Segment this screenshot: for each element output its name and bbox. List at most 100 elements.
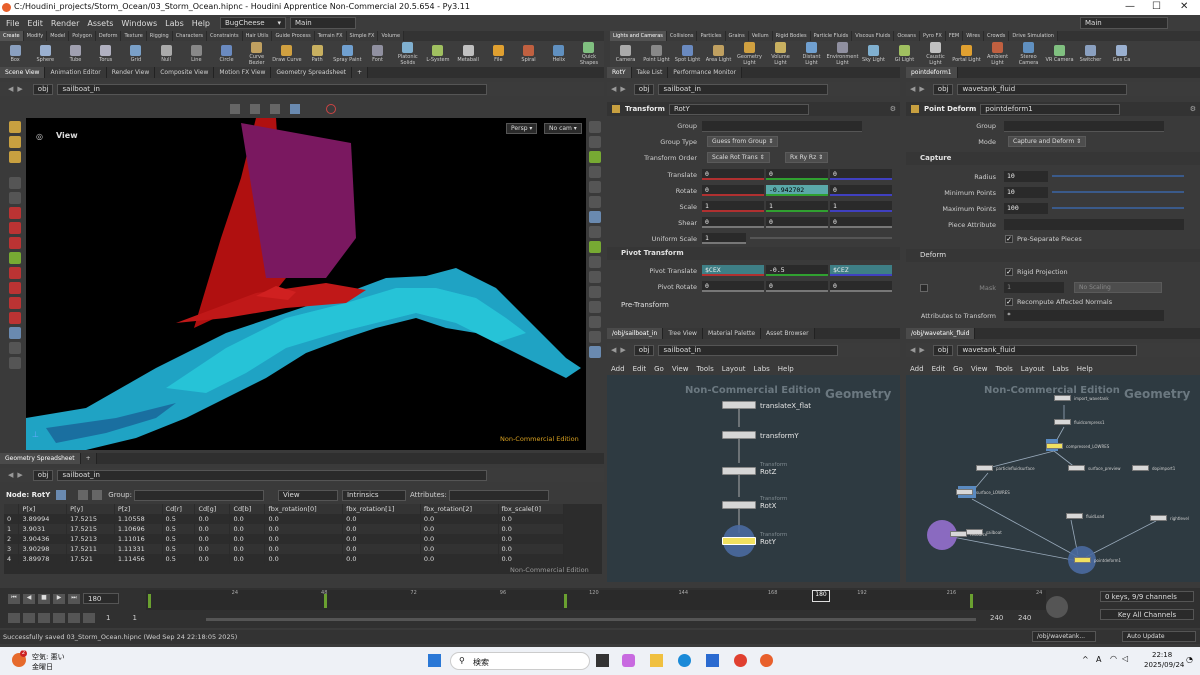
viewer-node-path[interactable]: sailboat_in <box>57 83 488 95</box>
tab-add[interactable]: + <box>80 453 97 464</box>
translate-z[interactable]: 0 <box>830 169 892 180</box>
shelf-tab-lights-and-cameras[interactable]: Lights and Cameras <box>610 31 667 41</box>
net1-forward-icon[interactable]: ▶ <box>620 346 625 354</box>
table-row[interactable]: 4 3.89978 17.521 1.11456 0.5 0.0 0.0 0.0 0.0 0.0 0… <box>4 554 565 564</box>
store-icon[interactable] <box>706 654 719 667</box>
step-back-icon[interactable]: ◀ <box>23 593 35 604</box>
scale-z[interactable]: 1 <box>830 201 892 212</box>
audio-icon[interactable] <box>23 613 35 623</box>
shelf-tab-grains[interactable]: Grains <box>725 31 749 41</box>
parms-back-icon[interactable]: ◀ <box>611 85 616 93</box>
shelf-tool-spot-light[interactable]: Spot Light <box>672 45 703 63</box>
uniform-scale-field[interactable]: 1 <box>702 233 746 244</box>
shelf-tool-caustic-light[interactable]: Caustic Light <box>920 42 951 66</box>
pivot-rotate-x[interactable]: 0 <box>702 281 764 292</box>
camera-view-icon[interactable] <box>588 211 601 223</box>
ss-back-icon[interactable]: ◀ <box>8 471 13 479</box>
ghost-frames-icon[interactable] <box>83 613 95 623</box>
playhead-frame[interactable]: 180 <box>812 590 830 602</box>
play-icon[interactable]: ▶ <box>53 593 65 604</box>
translate-y[interactable]: 0 <box>766 169 828 180</box>
network-menu-help[interactable]: Help <box>1073 365 1097 373</box>
capture-section[interactable]: Capture <box>906 152 1200 165</box>
snap-grid-icon[interactable] <box>9 222 21 234</box>
tab-tree-view[interactable]: Tree View <box>663 328 703 339</box>
node-body[interactable] <box>1046 443 1063 449</box>
points-icon[interactable] <box>588 241 601 253</box>
shelf-tab-viscous-fluids[interactable]: Viscous Fluids <box>852 31 895 41</box>
network-menu-layout[interactable]: Layout <box>718 365 750 373</box>
parms2-net-path[interactable]: obj <box>932 83 954 95</box>
table-row[interactable]: 3 3.90298 17.5211 1.11331 0.5 0.0 0.0 0.0 0.0 0.0… <box>4 544 565 554</box>
loop-icon[interactable] <box>53 613 65 623</box>
shelf-tab-modify[interactable]: Modify <box>23 31 48 41</box>
node-body[interactable] <box>1066 513 1083 519</box>
select-tool-icon[interactable] <box>230 104 240 114</box>
pd-group-field[interactable] <box>1004 121 1164 132</box>
network-menu-edit[interactable]: Edit <box>629 365 651 373</box>
parms-node-path[interactable]: sailboat_in <box>658 83 829 95</box>
shelf-tab-guide-process[interactable]: Guide Process <box>272 31 315 41</box>
shelf-tab-create[interactable]: Create <box>0 31 24 41</box>
range-end2[interactable]: 240 <box>1018 614 1031 622</box>
jump-end-icon[interactable]: ⏭ <box>68 593 80 604</box>
node-body[interactable] <box>722 467 756 475</box>
pose-tool-icon[interactable] <box>9 151 21 163</box>
parms-gear-icon[interactable]: ⚙ <box>890 105 896 113</box>
range-start2[interactable]: 1 <box>132 614 136 622</box>
net1-canvas[interactable]: Non-Commercial Edition Geometry translat… <box>607 375 900 582</box>
tab-performance-monitor[interactable]: Performance Monitor <box>668 67 743 78</box>
parms-net-path[interactable]: obj <box>633 83 655 95</box>
menu-windows[interactable]: Windows <box>117 19 161 28</box>
shelf-tool-ambient-light[interactable]: Ambient Light <box>982 42 1013 66</box>
brush-icon[interactable] <box>9 297 21 309</box>
ss-prims-icon[interactable] <box>92 490 103 500</box>
transform-order-menu[interactable]: Scale Rot Trans ⇕ <box>707 152 770 163</box>
uniform-scale-slider[interactable] <box>750 237 892 239</box>
minimize-button[interactable]: — <box>1125 1 1135 12</box>
shelf-tool-gi-light[interactable]: GI Light <box>889 45 920 63</box>
current-frame-field[interactable]: 180 <box>83 593 119 604</box>
pre-separate-checkbox[interactable]: ✓ <box>1005 235 1013 243</box>
visibility-icon[interactable] <box>588 331 601 343</box>
ss-attributes-field[interactable] <box>448 489 549 501</box>
select-arrow-icon[interactable] <box>9 177 21 189</box>
status-path[interactable]: /obj/wavetank... <box>1032 631 1096 642</box>
settings-icon[interactable] <box>68 613 80 623</box>
task-view-icon[interactable] <box>596 654 609 667</box>
shelf-tab-rigging[interactable]: Rigging <box>146 31 173 41</box>
range-start[interactable]: 1 <box>106 614 110 622</box>
pivot-translate-x[interactable]: $CEX <box>702 265 764 276</box>
sphere-icon[interactable] <box>588 181 601 193</box>
jump-start-icon[interactable]: ⏮ <box>8 593 20 604</box>
node-body[interactable] <box>722 401 756 409</box>
network-menu-add[interactable]: Add <box>906 365 928 373</box>
eye-icon[interactable] <box>9 357 21 369</box>
back-arrow-icon[interactable]: ◀ <box>8 85 13 93</box>
ss-group-field[interactable] <box>133 489 264 501</box>
magnet-icon[interactable] <box>9 207 21 219</box>
network-menu-layout[interactable]: Layout <box>1017 365 1049 373</box>
shelf-tool-circle[interactable]: Circle <box>211 45 241 63</box>
node-body[interactable] <box>1132 465 1149 471</box>
shelf-tool-metaball[interactable]: Metaball <box>453 45 483 63</box>
ss-node-path[interactable]: sailboat_in <box>57 469 488 481</box>
menu-edit[interactable]: Edit <box>23 19 47 28</box>
keyframe-icon[interactable] <box>8 613 20 623</box>
ss-net-path[interactable]: obj <box>32 469 54 481</box>
taskbar-search[interactable]: ⚲ 検索 <box>450 652 590 670</box>
net1-net-path[interactable]: obj <box>633 344 655 356</box>
transform-tool-icon[interactable] <box>250 104 260 114</box>
network-menu-edit[interactable]: Edit <box>928 365 950 373</box>
handle-tool-icon[interactable] <box>9 121 21 133</box>
menu-help[interactable]: Help <box>188 19 214 28</box>
windows-start-icon[interactable] <box>428 654 441 667</box>
tab-take-list[interactable]: Take List <box>631 67 669 78</box>
node-body[interactable] <box>950 531 967 537</box>
network-menu-tools[interactable]: Tools <box>991 365 1016 373</box>
shelf-tool-gas-ca[interactable]: Gas Ca <box>1106 45 1137 63</box>
parms2-node-path[interactable]: wavetank_fluid <box>957 83 1128 95</box>
desktop-dropdown[interactable]: BugCheese ▾ <box>220 17 286 29</box>
parms-forward-icon[interactable]: ▶ <box>620 85 625 93</box>
tab-material-palette[interactable]: Material Palette <box>702 328 762 339</box>
